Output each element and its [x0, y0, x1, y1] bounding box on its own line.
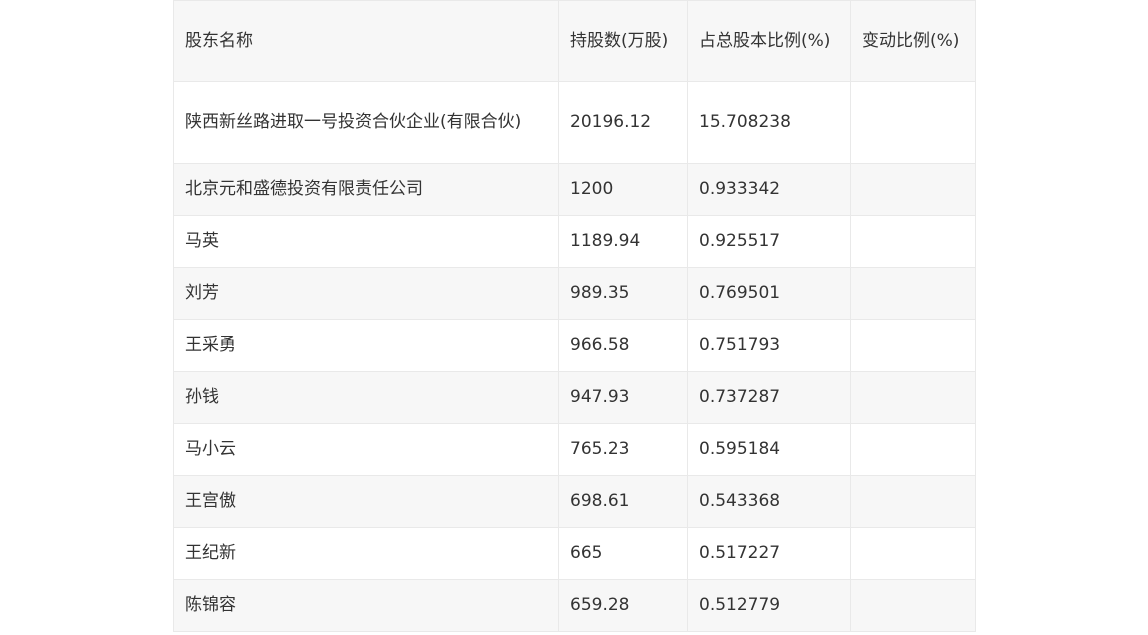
cell-change-ratio	[850, 215, 976, 268]
table-row: 马英 1189.94 0.925517	[173, 215, 976, 268]
cell-change-ratio	[850, 267, 976, 320]
table-row: 北京元和盛德投资有限责任公司 1200 0.933342	[173, 163, 976, 216]
cell-change-ratio	[850, 163, 976, 216]
cell-shares-held: 1200	[558, 163, 688, 216]
cell-share-ratio: 0.512779	[687, 579, 851, 632]
cell-shares-held: 665	[558, 527, 688, 580]
header-change-ratio: 变动比例(%)	[850, 0, 976, 82]
cell-change-ratio	[850, 81, 976, 164]
cell-shares-held: 966.58	[558, 319, 688, 372]
cell-shareholder-name: 王纪新	[173, 527, 559, 580]
cell-shares-held: 989.35	[558, 267, 688, 320]
shareholder-table: 股东名称 持股数(万股) 占总股本比例(%) 变动比例(%) 陕西新丝路进取一号…	[173, 0, 976, 632]
cell-share-ratio: 0.933342	[687, 163, 851, 216]
cell-shareholder-name: 陕西新丝路进取一号投资合伙企业(有限合伙)	[173, 81, 559, 164]
cell-shareholder-name: 马英	[173, 215, 559, 268]
cell-shareholder-name: 孙钱	[173, 371, 559, 424]
table-row: 王采勇 966.58 0.751793	[173, 319, 976, 372]
table-row: 马小云 765.23 0.595184	[173, 423, 976, 476]
cell-shares-held: 659.28	[558, 579, 688, 632]
table-row: 孙钱 947.93 0.737287	[173, 371, 976, 424]
cell-share-ratio: 0.517227	[687, 527, 851, 580]
cell-shareholder-name: 王采勇	[173, 319, 559, 372]
table-row: 陕西新丝路进取一号投资合伙企业(有限合伙) 20196.12 15.708238	[173, 81, 976, 164]
cell-share-ratio: 0.543368	[687, 475, 851, 528]
cell-shares-held: 947.93	[558, 371, 688, 424]
cell-change-ratio	[850, 319, 976, 372]
cell-share-ratio: 15.708238	[687, 81, 851, 164]
table-row: 陈锦容 659.28 0.512779	[173, 579, 976, 632]
cell-shares-held: 1189.94	[558, 215, 688, 268]
table-row: 刘芳 989.35 0.769501	[173, 267, 976, 320]
cell-change-ratio	[850, 371, 976, 424]
cell-change-ratio	[850, 527, 976, 580]
table-header-row: 股东名称 持股数(万股) 占总股本比例(%) 变动比例(%)	[173, 0, 976, 82]
header-shareholder-name: 股东名称	[173, 0, 559, 82]
cell-shares-held: 20196.12	[558, 81, 688, 164]
cell-share-ratio: 0.595184	[687, 423, 851, 476]
shareholder-table-container: 股东名称 持股数(万股) 占总股本比例(%) 变动比例(%) 陕西新丝路进取一号…	[173, 0, 976, 632]
cell-shares-held: 698.61	[558, 475, 688, 528]
cell-shareholder-name: 马小云	[173, 423, 559, 476]
cell-change-ratio	[850, 579, 976, 632]
cell-shareholder-name: 刘芳	[173, 267, 559, 320]
cell-change-ratio	[850, 423, 976, 476]
cell-share-ratio: 0.751793	[687, 319, 851, 372]
cell-change-ratio	[850, 475, 976, 528]
table-row: 王宫傲 698.61 0.543368	[173, 475, 976, 528]
cell-shares-held: 765.23	[558, 423, 688, 476]
cell-share-ratio: 0.769501	[687, 267, 851, 320]
header-shares-held: 持股数(万股)	[558, 0, 688, 82]
cell-share-ratio: 0.925517	[687, 215, 851, 268]
header-share-ratio: 占总股本比例(%)	[687, 0, 851, 82]
cell-shareholder-name: 北京元和盛德投资有限责任公司	[173, 163, 559, 216]
table-row: 王纪新 665 0.517227	[173, 527, 976, 580]
cell-share-ratio: 0.737287	[687, 371, 851, 424]
cell-shareholder-name: 陈锦容	[173, 579, 559, 632]
cell-shareholder-name: 王宫傲	[173, 475, 559, 528]
